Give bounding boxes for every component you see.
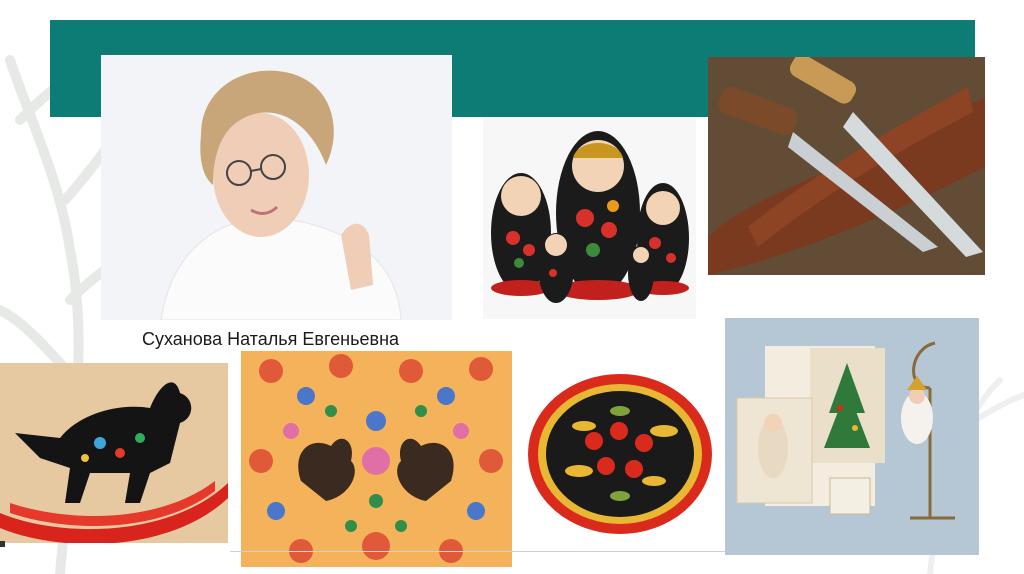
painted-rocking-horse-photo [0,363,228,543]
khokhloma-plate-photo [524,371,716,537]
vintage-greeting-cards-photo [725,318,979,555]
matryoshka-dolls-photo [483,118,696,319]
hunting-knives-photo [708,57,985,275]
folk-painting-roosters-photo [241,351,512,567]
bottom-divider [230,551,725,552]
portrait-photo [101,55,452,320]
corner-mark [0,541,5,547]
slide-caption: Суханова Наталья Евгеньевна [142,329,400,349]
